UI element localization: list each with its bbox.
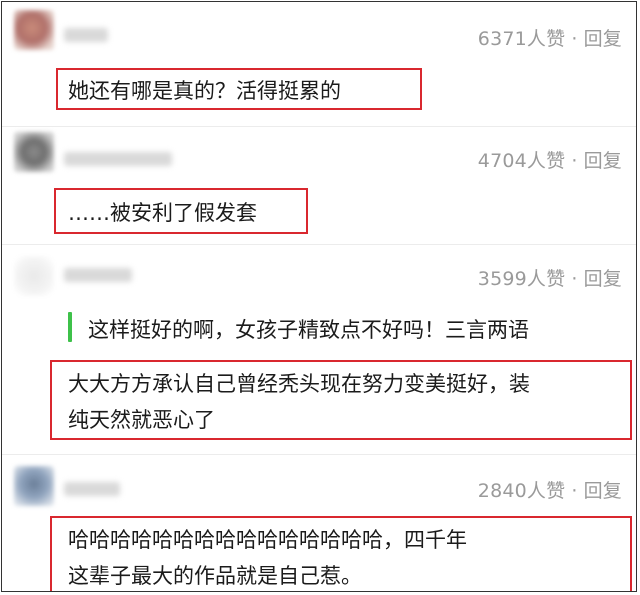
reply-button[interactable]: 回复 <box>584 480 622 502</box>
like-count[interactable]: 4704人赞 <box>478 150 566 172</box>
meta-separator: · <box>571 150 578 172</box>
comment-text-line-2: 纯天然就恶心了 <box>68 408 215 432</box>
avatar[interactable] <box>14 256 54 296</box>
comment-item: 2840人赞 · 回复 哈哈哈哈哈哈哈哈哈哈哈哈哈哈哈，四千年 这辈子最大的作品就是… <box>2 454 636 591</box>
quote-bar <box>68 312 72 342</box>
like-count[interactable]: 3599人赞 <box>478 268 566 290</box>
like-count[interactable]: 6371人赞 <box>478 28 566 50</box>
comment-text: ……被安利了假发套 <box>68 201 257 225</box>
comment-list: 6371人赞 · 回复 她还有哪是真的？活得挺累的 4704人赞 · 回复 ……被安利了… <box>1 1 637 592</box>
quoted-text: 这样挺好的啊，女孩子精致点不好吗！三言两语 <box>88 318 529 342</box>
comment-item: 4704人赞 · 回复 ……被安利了假发套 <box>2 126 636 246</box>
comment-meta: 2840人赞 · 回复 <box>478 476 622 503</box>
reply-button[interactable]: 回复 <box>584 268 622 290</box>
meta-separator: · <box>571 480 578 502</box>
comment-text: 她还有哪是真的？活得挺累的 <box>68 79 341 103</box>
comment-text-line-2: 这辈子最大的作品就是自己惹。 <box>68 564 362 588</box>
reply-button[interactable]: 回复 <box>584 150 622 172</box>
meta-separator: · <box>571 28 578 50</box>
comment-meta: 4704人赞 · 回复 <box>478 146 622 173</box>
comment-item: 6371人赞 · 回复 她还有哪是真的？活得挺累的 <box>2 2 636 122</box>
username-blurred[interactable] <box>64 482 120 496</box>
username-blurred[interactable] <box>64 28 108 42</box>
comment-item: 3599人赞 · 回复 这样挺好的啊，女孩子精致点不好吗！三言两语 大大方方承认自己… <box>2 244 636 454</box>
username-blurred[interactable] <box>64 268 132 282</box>
avatar[interactable] <box>14 466 54 506</box>
comment-meta: 3599人赞 · 回复 <box>478 264 622 291</box>
like-count[interactable]: 2840人赞 <box>478 480 566 502</box>
meta-separator: · <box>571 268 578 290</box>
comment-text-line-1: 大大方方承认自己曾经秃头现在努力变美挺好，装 <box>68 372 530 396</box>
reply-button[interactable]: 回复 <box>584 28 622 50</box>
avatar[interactable] <box>14 10 54 50</box>
comment-meta: 6371人赞 · 回复 <box>478 24 622 51</box>
avatar[interactable] <box>14 132 54 172</box>
username-blurred[interactable] <box>64 152 172 166</box>
comment-text-line-1: 哈哈哈哈哈哈哈哈哈哈哈哈哈哈哈，四千年 <box>68 528 467 552</box>
